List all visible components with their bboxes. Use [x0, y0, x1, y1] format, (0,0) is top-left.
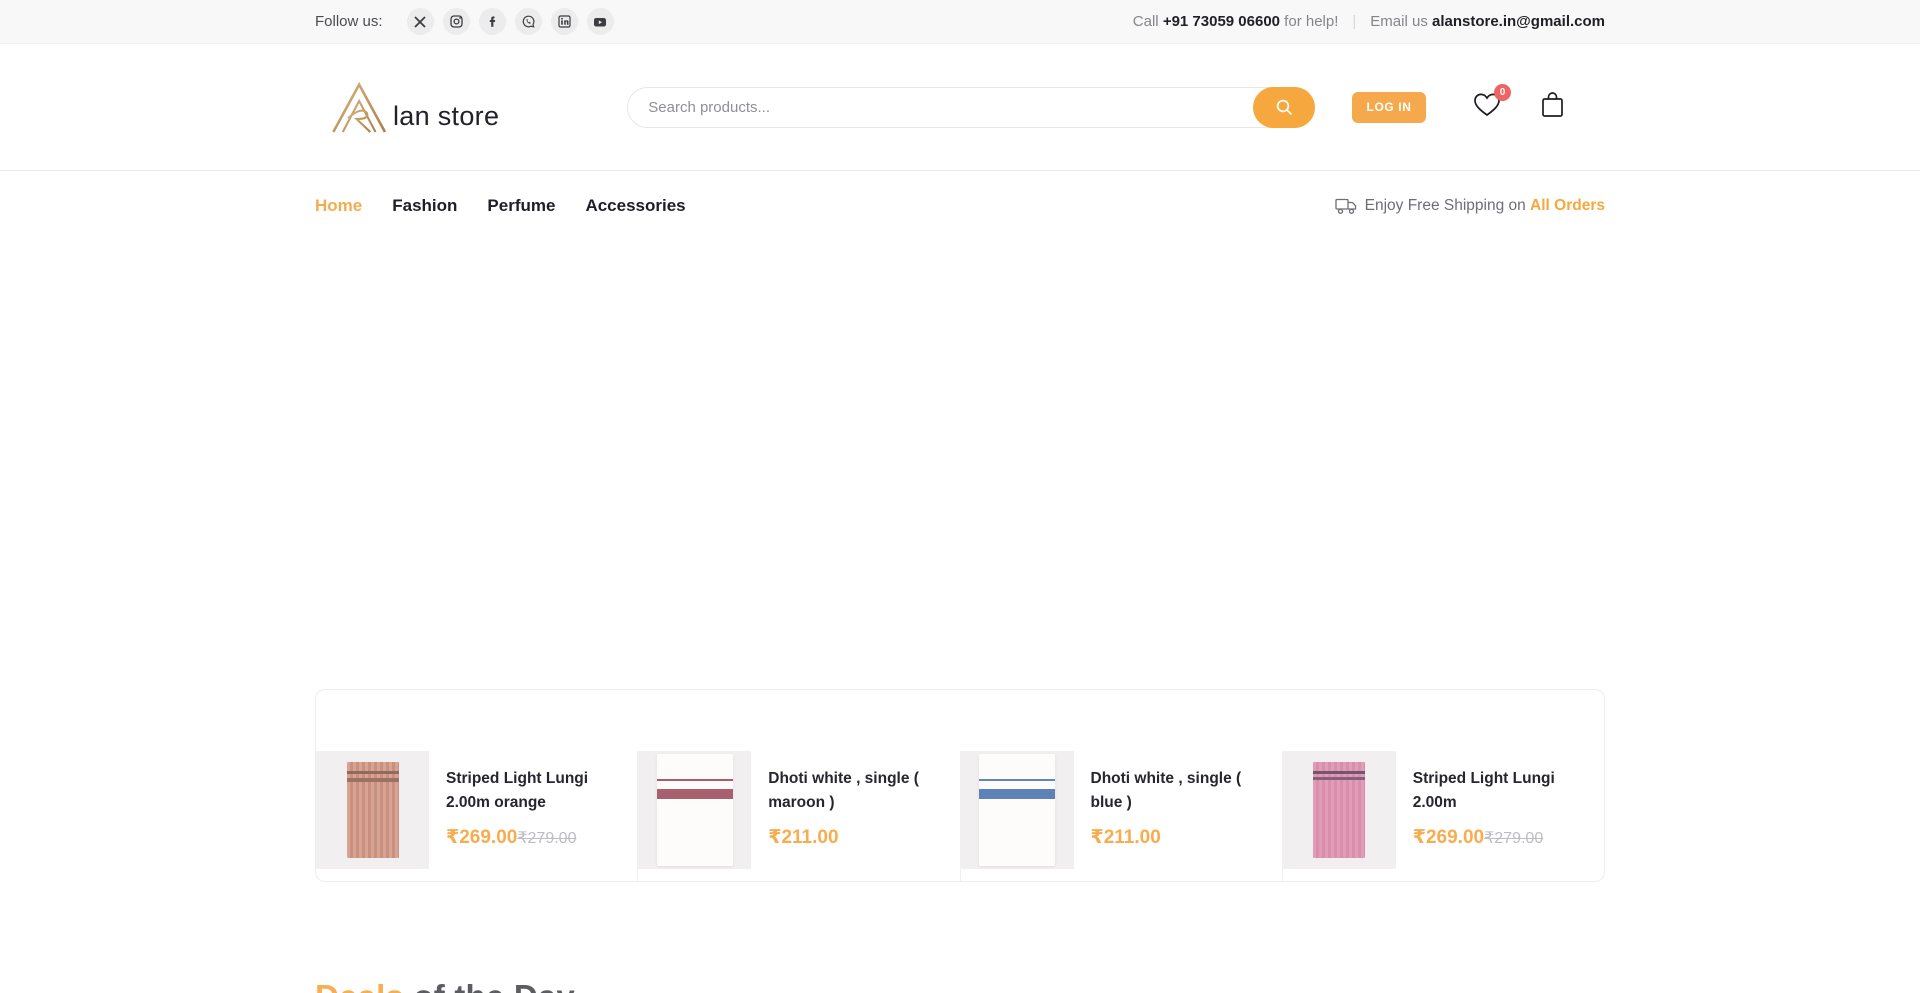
whatsapp-icon[interactable] — [515, 8, 542, 35]
search-button[interactable] — [1253, 87, 1315, 128]
logo-a-icon — [329, 80, 391, 134]
phone-number: +91 73059 06600 — [1163, 13, 1280, 30]
product-title[interactable]: Dhoti white , single ( blue ) — [1091, 767, 1272, 815]
search-bar — [627, 87, 1315, 128]
product-image — [1283, 751, 1396, 869]
cart-button[interactable] — [1540, 91, 1565, 124]
product-card[interactable]: Dhoti white , single ( blue ) ₹211.00 — [960, 751, 1282, 881]
product-image — [638, 751, 751, 869]
product-card[interactable]: Striped Light Lungi 2.00m ₹269.00 ₹279.0… — [1282, 751, 1604, 881]
shipping-highlight[interactable]: All Orders — [1530, 197, 1605, 214]
hero-slider-empty — [0, 241, 1920, 689]
free-shipping-banner: Enjoy Free Shipping on All Orders — [1335, 197, 1605, 215]
nav-link-perfume[interactable]: Perfume — [487, 196, 555, 216]
facebook-icon[interactable] — [479, 8, 506, 35]
product-price: ₹211.00 — [1091, 826, 1161, 849]
nav-link-fashion[interactable]: Fashion — [392, 196, 457, 216]
search-input[interactable] — [627, 87, 1315, 128]
deals-of-the-day-section: Deals of the Day — [315, 978, 1605, 993]
email-link[interactable]: Email us alanstore.in@gmail.com — [1370, 13, 1605, 30]
product-image — [316, 751, 429, 869]
linkedin-icon[interactable] — [551, 8, 578, 35]
product-old-price: ₹279.00 — [517, 828, 576, 848]
follow-us-label: Follow us: — [315, 13, 383, 30]
login-button[interactable]: LOG IN — [1352, 92, 1426, 123]
product-title[interactable]: Striped Light Lungi 2.00m — [1413, 767, 1594, 815]
wishlist-count-badge: 0 — [1494, 84, 1511, 101]
main-nav: Home Fashion Perfume Accessories Enjoy F… — [0, 170, 1920, 241]
shopping-bag-icon — [1540, 91, 1565, 119]
product-title[interactable]: Dhoti white , single ( maroon ) — [768, 767, 949, 815]
nav-link-accessories[interactable]: Accessories — [585, 196, 685, 216]
product-old-price: ₹279.00 — [1484, 828, 1543, 848]
nav-link-home[interactable]: Home — [315, 196, 362, 216]
search-icon — [1275, 98, 1294, 117]
product-price: ₹269.00 — [1413, 826, 1484, 849]
topbar: Follow us: — [0, 0, 1920, 44]
x-twitter-icon[interactable] — [407, 8, 434, 35]
header: lan store LOG IN 0 — [0, 44, 1920, 170]
product-card[interactable]: Dhoti white , single ( maroon ) ₹211.00 — [637, 751, 959, 881]
featured-products-carousel: Striped Light Lungi 2.00m orange ₹269.00… — [315, 689, 1605, 882]
deals-heading: Deals of the Day — [315, 978, 1605, 993]
product-price: ₹211.00 — [768, 826, 838, 849]
youtube-icon[interactable] — [587, 8, 614, 35]
store-logo[interactable]: lan store — [329, 80, 499, 134]
wishlist-button[interactable]: 0 — [1472, 91, 1502, 123]
product-card[interactable]: Striped Light Lungi 2.00m orange ₹269.00… — [316, 751, 637, 881]
call-link[interactable]: Call +91 73059 06600 for help! — [1133, 13, 1339, 30]
product-title[interactable]: Striped Light Lungi 2.00m orange — [446, 767, 627, 815]
truck-icon — [1335, 198, 1357, 215]
store-name: lan store — [393, 101, 499, 134]
instagram-icon[interactable] — [443, 8, 470, 35]
product-image — [961, 751, 1074, 869]
contact-divider: | — [1352, 13, 1356, 30]
email-address: alanstore.in@gmail.com — [1432, 13, 1605, 30]
product-price: ₹269.00 — [446, 826, 517, 849]
social-links — [407, 8, 614, 35]
